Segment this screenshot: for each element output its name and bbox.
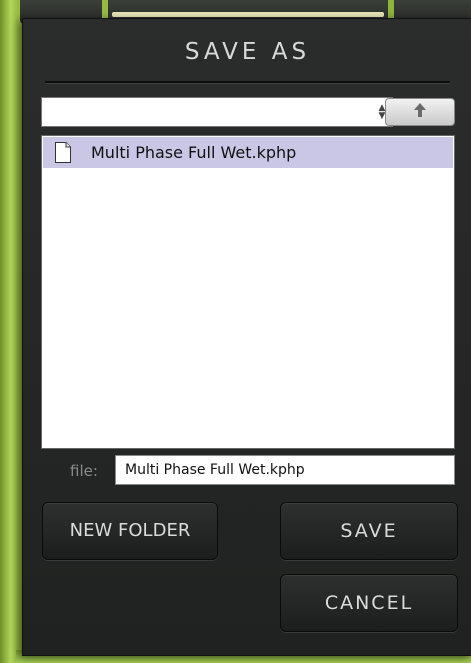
file-list-item[interactable]: Multi Phase Full Wet.kphp (43, 137, 453, 168)
path-dropdown[interactable]: ▲ ▼ (41, 97, 393, 127)
file-icon (55, 142, 71, 163)
parent-folder-button[interactable] (385, 98, 455, 126)
file-field-label: file: (70, 462, 98, 480)
dialog-title: SAVE AS (184, 39, 311, 65)
app-left-strip (0, 0, 18, 663)
save-button-label: SAVE (340, 520, 398, 542)
app-tab-highlight (112, 12, 384, 17)
title-divider (45, 81, 450, 84)
new-folder-button[interactable]: NEW FOLDER (42, 502, 218, 560)
filename-input[interactable] (115, 455, 455, 485)
save-as-dialog: SAVE AS ▲ ▼ Multi Phase Full Wet.kphp fil… (22, 18, 471, 656)
file-name: Multi Phase Full Wet.kphp (91, 143, 297, 162)
arrow-up-icon (386, 102, 454, 122)
save-button[interactable]: SAVE (280, 502, 458, 560)
cancel-button[interactable]: CANCEL (280, 574, 458, 632)
new-folder-button-label: NEW FOLDER (69, 520, 191, 541)
cancel-button-label: CANCEL (324, 592, 414, 614)
file-list[interactable]: Multi Phase Full Wet.kphp (41, 135, 455, 449)
